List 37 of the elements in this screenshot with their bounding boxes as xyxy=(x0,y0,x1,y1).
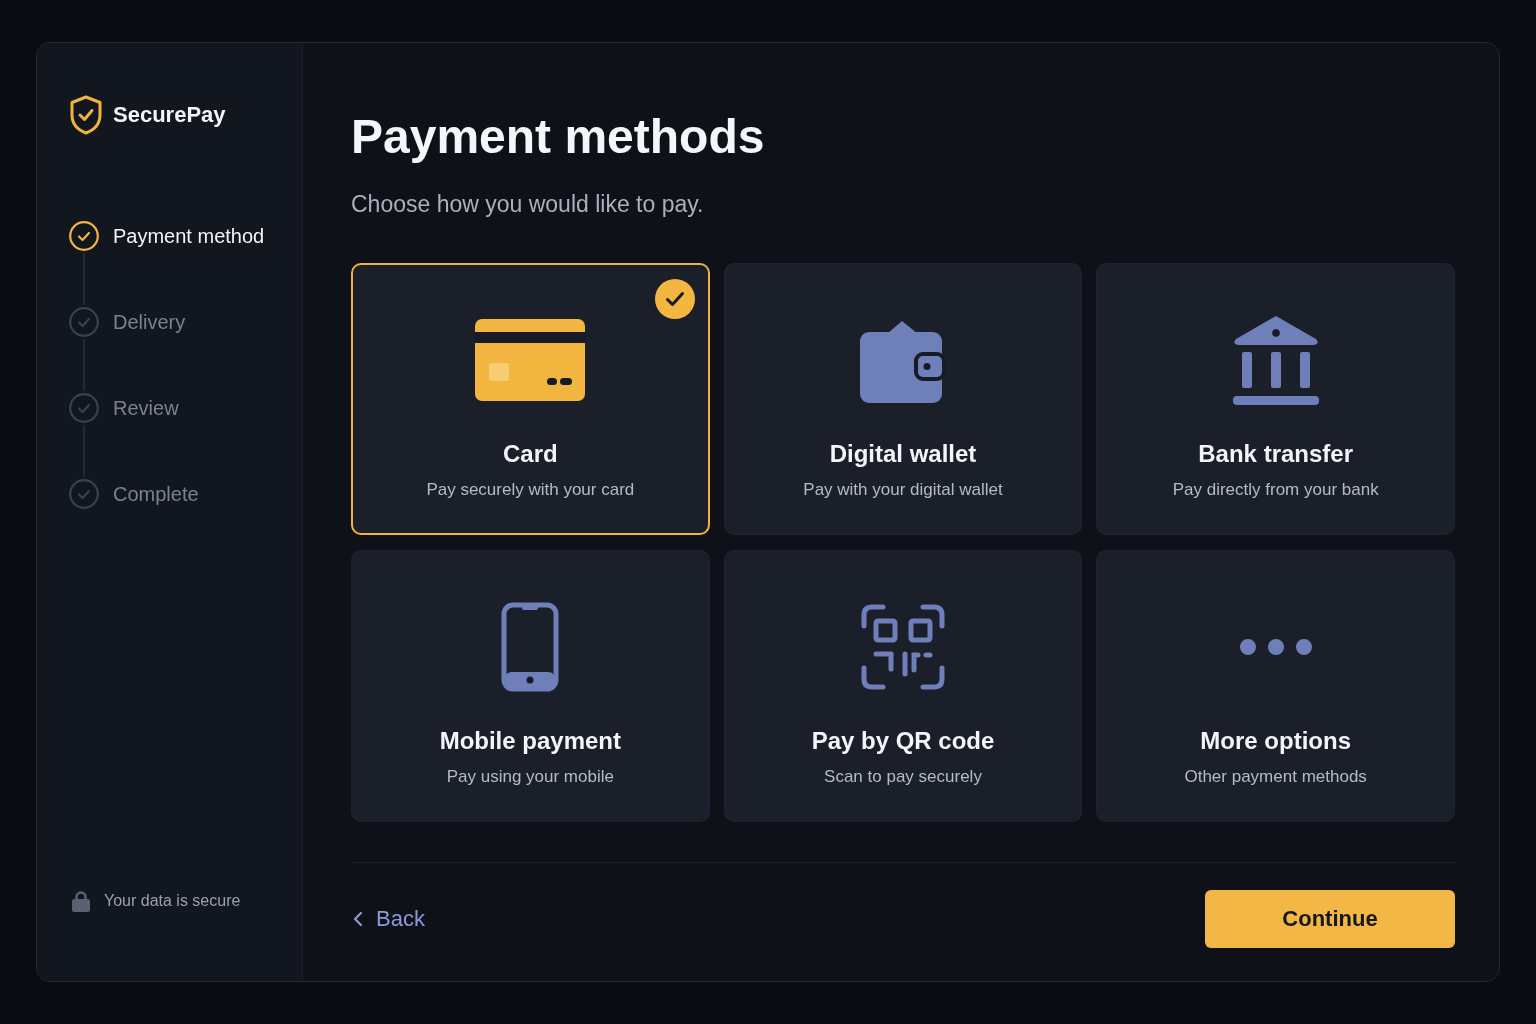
more-dots-icon xyxy=(1238,638,1313,656)
payment-option-card[interactable]: Bank transfer Pay directly from your bank xyxy=(1096,263,1455,535)
step-label: Complete xyxy=(113,482,199,506)
page-subtitle: Choose how you would like to pay. xyxy=(351,190,705,218)
qr-code-icon xyxy=(861,604,945,690)
step-label: Review xyxy=(113,396,179,420)
page-title: Payment methods xyxy=(351,109,766,165)
option-description: Pay using your mobile xyxy=(446,767,614,787)
shield-check-icon xyxy=(69,95,103,135)
option-description: Other payment methods xyxy=(1184,767,1367,787)
payment-option-card[interactable]: Card Pay securely with your card xyxy=(351,263,710,535)
option-description: Scan to pay securely xyxy=(824,767,982,787)
step-label: Delivery xyxy=(113,310,186,334)
chevron-left-icon xyxy=(353,911,363,927)
option-title: Digital wallet xyxy=(829,439,977,468)
payment-option-card[interactable]: Pay by QR code Scan to pay securely xyxy=(723,550,1083,822)
lock-icon xyxy=(72,890,90,912)
option-description: Pay with your digital wallet xyxy=(803,480,1003,500)
back-button[interactable]: Back xyxy=(353,905,425,933)
continue-button[interactable]: Continue xyxy=(1205,890,1455,948)
payment-option-card[interactable]: Mobile payment Pay using your mobile xyxy=(351,550,710,822)
option-title: Bank transfer xyxy=(1198,439,1353,468)
bank-building-icon xyxy=(1232,315,1319,405)
option-title: More options xyxy=(1200,726,1351,755)
security-note: Your data is secure xyxy=(104,892,241,910)
step-label: Payment method xyxy=(113,224,265,248)
option-title: Mobile payment xyxy=(439,726,621,755)
payment-option-card[interactable]: Digital wallet Pay with your digital wallet xyxy=(723,263,1083,535)
payment-option-card[interactable]: More options Other payment methods xyxy=(1096,550,1455,822)
smartphone-icon xyxy=(501,602,560,692)
option-title: Card xyxy=(503,439,558,468)
check-badge-icon xyxy=(654,279,695,319)
option-description: Pay securely with your card xyxy=(426,480,635,500)
option-description: Pay directly from your bank xyxy=(1172,480,1379,500)
option-title: Pay by QR code xyxy=(811,726,995,755)
credit-card-icon xyxy=(475,319,586,401)
brand-name: SecurePay xyxy=(113,102,226,128)
